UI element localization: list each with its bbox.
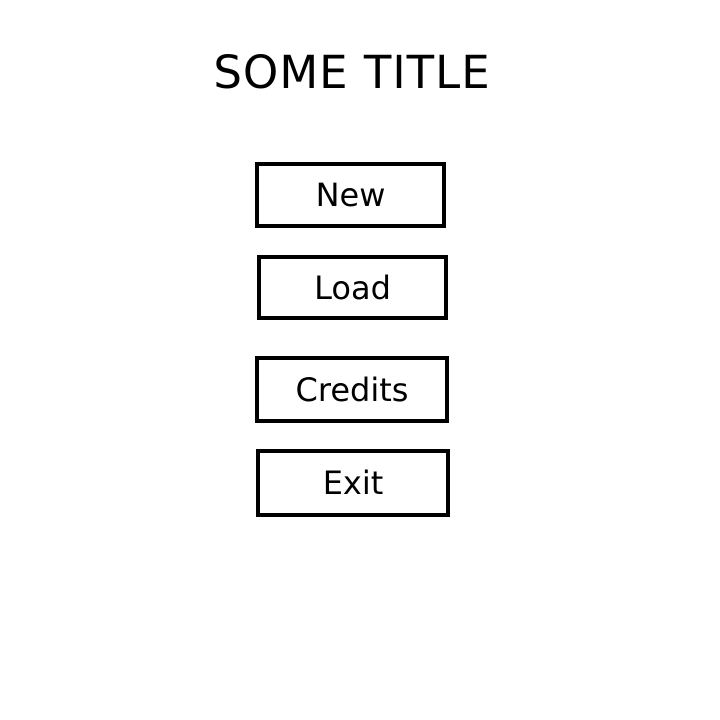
- game-title: SOME TITLE: [213, 45, 491, 99]
- main-menu-screen: SOME TITLE New Load Credits Exit: [0, 0, 720, 720]
- new-button[interactable]: New: [255, 162, 446, 228]
- exit-button[interactable]: Exit: [256, 449, 450, 517]
- credits-button[interactable]: Credits: [255, 356, 449, 423]
- load-button[interactable]: Load: [257, 255, 448, 320]
